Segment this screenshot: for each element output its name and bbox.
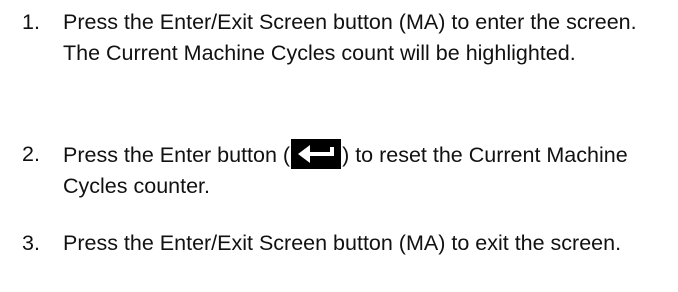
step-1-text: Press the Enter/Exit Screen button (MA) …	[63, 10, 637, 65]
step-3-number: 3.	[22, 231, 40, 255]
step-3-text: Press the Enter/Exit Screen button (MA) …	[63, 231, 622, 255]
step-2: 2. Press the Enter button ( ) to reset t…	[0, 139, 678, 202]
enter-key-icon	[291, 139, 342, 169]
step-2-text: Press the Enter button ( ) to reset the …	[63, 139, 673, 202]
step-1-number: 1.	[22, 10, 40, 34]
step-1: 1. Press the Enter/Exit Screen button (M…	[0, 7, 678, 69]
step-3: 3. Press the Enter/Exit Screen button (M…	[0, 228, 678, 259]
step-2-text-before: Press the Enter button (	[63, 143, 291, 167]
step-2-number: 2.	[22, 142, 40, 166]
